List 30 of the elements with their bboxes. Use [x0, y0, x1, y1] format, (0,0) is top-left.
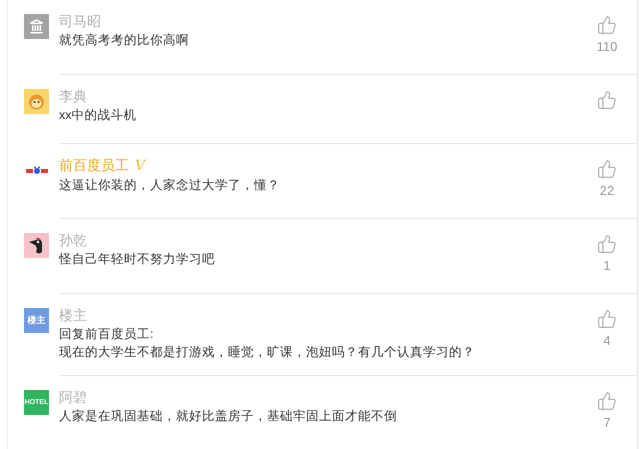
- like-count: 7: [603, 415, 611, 431]
- thumbs-up-icon[interactable]: [597, 90, 617, 110]
- thumbs-up-icon[interactable]: [597, 309, 617, 329]
- user-name[interactable]: 李典: [59, 86, 87, 106]
- user-name[interactable]: 司马昭: [59, 11, 101, 31]
- vip-mark: V: [135, 157, 146, 176]
- user-name[interactable]: 前百度员工: [59, 155, 129, 175]
- user-name[interactable]: 孙乾: [59, 230, 87, 250]
- comment-text: xx中的战斗机: [59, 107, 138, 124]
- avatar: 楼主: [24, 308, 49, 333]
- thumbs-up-icon[interactable]: [597, 159, 617, 179]
- user-name[interactable]: 阿碧: [59, 387, 87, 407]
- like-count: 1: [603, 258, 611, 274]
- thumbs-up-icon[interactable]: [597, 15, 617, 35]
- monkey-face-icon: [28, 94, 45, 110]
- thumbs-up-icon[interactable]: [597, 234, 617, 254]
- paw-logo-icon: [26, 166, 48, 175]
- user-name[interactable]: 楼主: [59, 305, 87, 325]
- thumbs-up-icon[interactable]: [597, 391, 617, 411]
- comment-text: 就凭高考考的比你高啊: [59, 32, 190, 49]
- building-icon: [29, 19, 44, 34]
- like-count: 22: [600, 183, 614, 199]
- comment-text: 现在的大学生不都是打游戏，睡觉，旷课，泡妞吗？有几个认真学习的？: [59, 344, 476, 361]
- woodpecker-icon: [28, 236, 44, 254]
- comment-text: 怪自己年轻时不努力学习吧: [59, 251, 216, 268]
- like-count: 4: [603, 333, 611, 349]
- comment-text: 这逼让你装的，人家念过大学了，懂？: [59, 177, 281, 194]
- like-count: 110: [596, 39, 618, 55]
- comment-text: 回复前百度员工:: [59, 326, 154, 343]
- comment-text: 人家是在巩固基础，就好比盖房子，基础牢固上面才能不倒: [59, 408, 398, 425]
